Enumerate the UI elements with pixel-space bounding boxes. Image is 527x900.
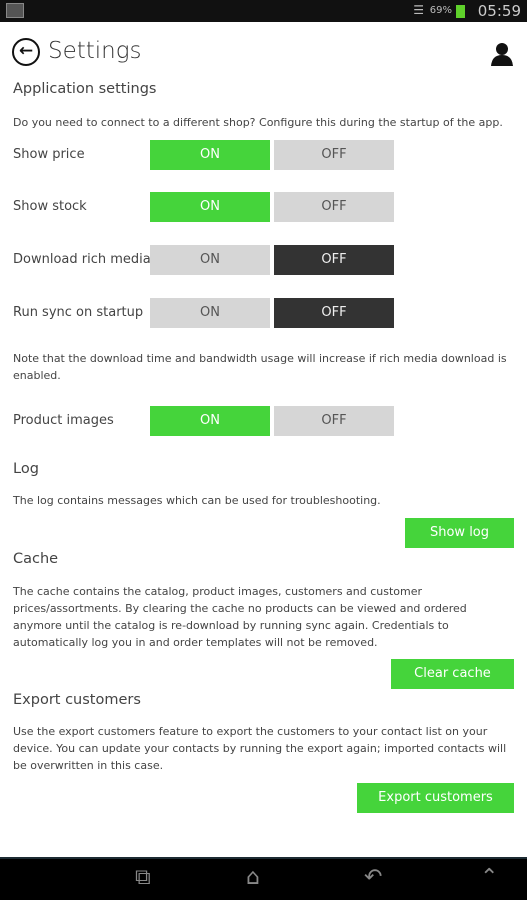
- toggle-on-button[interactable]: ON: [150, 140, 270, 170]
- toggle-label: Show stock: [13, 199, 87, 214]
- rich-media-note: Note that the download time and bandwidt…: [13, 352, 507, 382]
- navigation-bar: ⧉ ⌂ ↶ ⌃: [0, 857, 527, 900]
- toggle-off-button[interactable]: OFF: [274, 140, 394, 170]
- toggle-label: Show price: [13, 147, 85, 162]
- toggle-label: Download rich media: [13, 252, 151, 267]
- back-nav-icon[interactable]: ↶: [364, 865, 382, 890]
- cache-description: The cache contains the catalog, product …: [13, 585, 467, 649]
- wifi-icon: ☰: [413, 3, 424, 17]
- recent-apps-icon[interactable]: ⧉: [135, 865, 151, 890]
- page-title: Settings: [48, 38, 142, 64]
- toggle-on-button[interactable]: ON: [150, 406, 270, 436]
- chevron-up-icon[interactable]: ⌃: [480, 865, 498, 890]
- toggle-on-button[interactable]: ON: [150, 192, 270, 222]
- toggle-off-button[interactable]: OFF: [274, 245, 394, 275]
- section-heading-application: Application settings: [13, 81, 157, 97]
- application-description: Do you need to connect to a different sh…: [13, 116, 503, 129]
- toggle-on-button[interactable]: ON: [150, 298, 270, 328]
- gallery-notification-icon: [6, 3, 24, 18]
- section-heading-export: Export customers: [13, 692, 141, 708]
- export-customers-button[interactable]: Export customers: [357, 783, 514, 813]
- home-icon[interactable]: ⌂: [246, 865, 260, 890]
- back-button[interactable]: ←: [12, 38, 40, 66]
- export-description: Use the export customers feature to expo…: [13, 725, 507, 772]
- battery-icon: [456, 5, 465, 18]
- log-description: The log contains messages which can be u…: [13, 494, 381, 507]
- status-bar: ☰ 69% 05:59: [0, 0, 527, 22]
- clear-cache-button[interactable]: Clear cache: [391, 659, 514, 689]
- user-icon[interactable]: [491, 42, 513, 66]
- toggle-off-button[interactable]: OFF: [274, 406, 394, 436]
- toggle-on-button[interactable]: ON: [150, 245, 270, 275]
- toggle-off-button[interactable]: OFF: [274, 192, 394, 222]
- toggle-off-button[interactable]: OFF: [274, 298, 394, 328]
- clock: 05:59: [477, 2, 521, 20]
- show-log-button[interactable]: Show log: [405, 518, 514, 548]
- toggle-label: Product images: [13, 413, 114, 428]
- battery-percent: 69%: [429, 5, 452, 16]
- section-heading-cache: Cache: [13, 551, 59, 567]
- section-heading-log: Log: [13, 461, 39, 477]
- toggle-label: Run sync on startup: [13, 305, 144, 320]
